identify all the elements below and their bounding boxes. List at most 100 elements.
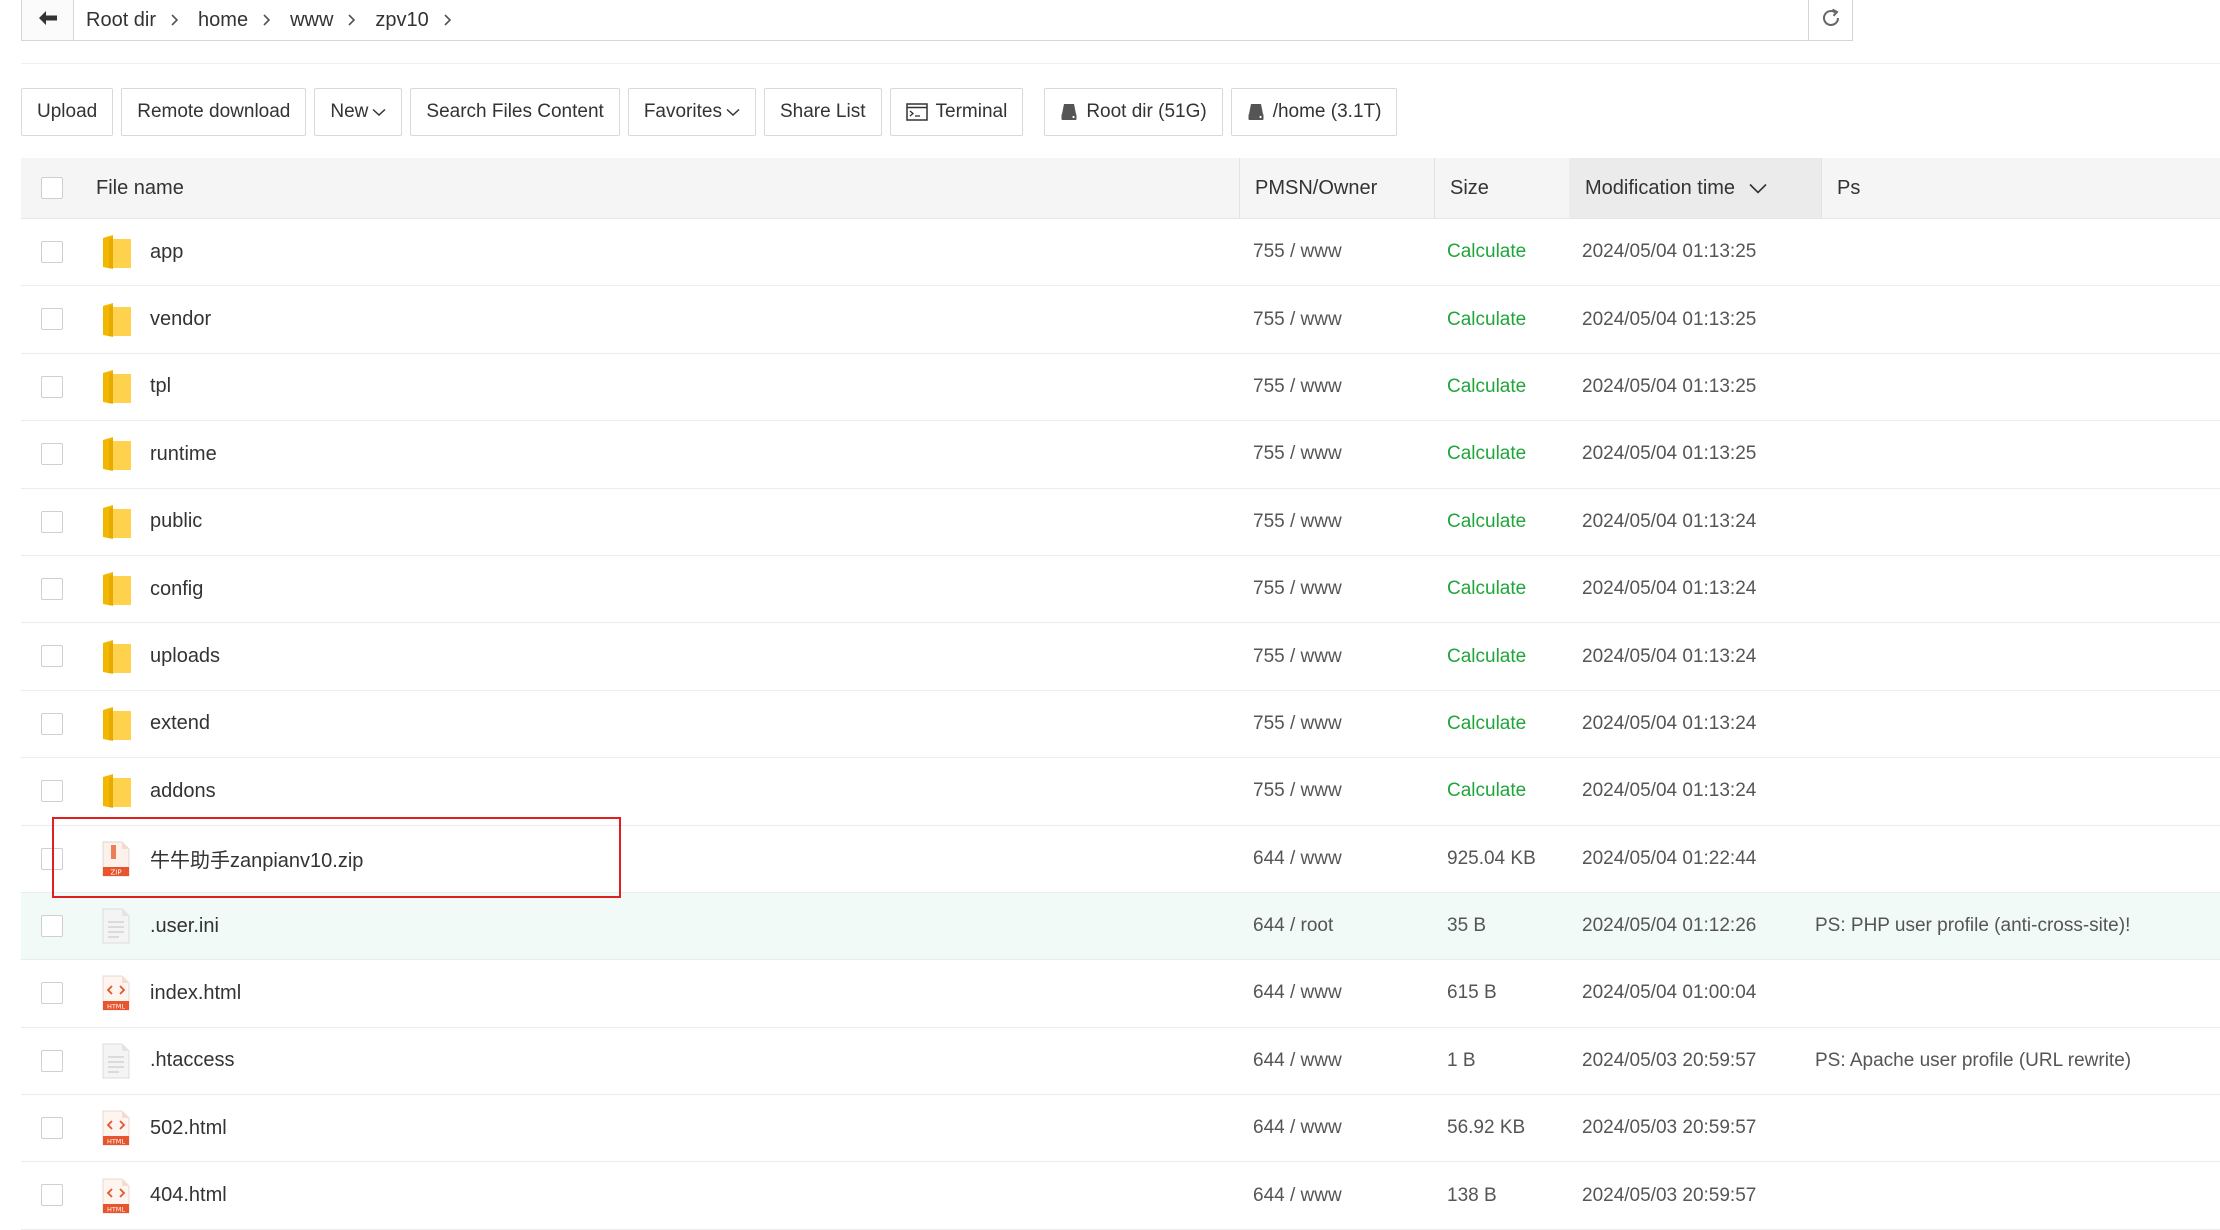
disk-home-button[interactable]: /home (3.1T) — [1230, 88, 1398, 136]
file-owner[interactable]: 755 / www — [1253, 691, 1342, 757]
file-size[interactable]: Calculate — [1447, 286, 1526, 352]
file-name[interactable]: tpl — [150, 354, 171, 420]
table-row[interactable]: public 755 / www Calculate 2024/05/04 01:13… — [21, 489, 2220, 556]
table-row[interactable]: vendor 755 / www Calculate 2024/05/04 01:13… — [21, 286, 2220, 354]
disk-root-button[interactable]: Root dir (51G) — [1044, 88, 1223, 136]
file-name[interactable]: runtime — [150, 421, 217, 487]
file-owner[interactable]: 755 / www — [1253, 286, 1342, 352]
file-owner[interactable]: 644 / www — [1253, 960, 1342, 1026]
file-size: 35 B — [1447, 915, 1487, 937]
file-name[interactable]: config — [150, 556, 203, 622]
file-name[interactable]: 404.html — [150, 1162, 227, 1228]
file-name[interactable]: vendor — [150, 286, 211, 352]
table-row[interactable]: .htaccess 644 / www 1 B 2024/05/03 20:59:57… — [21, 1028, 2220, 1096]
table-row[interactable]: HTML 404.html 644 / www 138 B 2024/05/03 20:… — [21, 1162, 2220, 1230]
row-checkbox[interactable] — [41, 1049, 63, 1072]
file-name[interactable]: uploads — [150, 623, 220, 689]
file-owner[interactable]: 755 / www — [1253, 556, 1342, 622]
row-checkbox[interactable] — [41, 780, 63, 803]
select-all-checkbox[interactable] — [41, 177, 63, 199]
row-checkbox[interactable] — [41, 712, 63, 735]
chevron-right-icon[interactable] — [443, 13, 452, 27]
row-checkbox[interactable] — [41, 1117, 63, 1140]
folder-icon — [101, 489, 133, 555]
refresh-button[interactable] — [1808, 0, 1852, 40]
favorites-dropdown-button[interactable]: Favorites — [627, 88, 756, 136]
column-header-size[interactable]: Size — [1450, 158, 1489, 218]
file-owner[interactable]: 644 / www — [1253, 1162, 1342, 1228]
file-size[interactable]: Calculate — [1447, 623, 1526, 689]
new-dropdown-button[interactable]: New — [314, 88, 403, 136]
file-size: 925.04 KB — [1447, 847, 1536, 869]
column-header-owner[interactable]: PMSN/Owner — [1255, 158, 1377, 218]
row-checkbox[interactable] — [41, 1184, 63, 1207]
back-button[interactable] — [22, 0, 74, 40]
row-checkbox[interactable] — [41, 577, 63, 600]
file-mtime: 2024/05/03 20:59:57 — [1582, 1049, 1757, 1071]
file-size[interactable]: Calculate — [1447, 421, 1526, 487]
file-owner[interactable]: 755 / www — [1253, 421, 1342, 487]
file-name[interactable]: .htaccess — [150, 1028, 234, 1094]
terminal-button[interactable]: Terminal — [889, 88, 1024, 136]
file-owner[interactable]: 755 / www — [1253, 354, 1342, 420]
file-owner[interactable]: 644 / www — [1253, 826, 1342, 892]
file-name[interactable]: extend — [150, 691, 210, 757]
remote-download-button[interactable]: Remote download — [121, 88, 307, 136]
file-name[interactable]: app — [150, 219, 183, 285]
file-owner[interactable]: 755 / www — [1253, 623, 1342, 689]
file-name[interactable]: .user.ini — [150, 893, 219, 959]
file-name[interactable]: 502.html — [150, 1095, 227, 1161]
table-row[interactable]: uploads 755 / www Calculate 2024/05/04 01:1… — [21, 623, 2220, 691]
table-row[interactable]: app 755 / www Calculate 2024/05/04 01:13:25 — [21, 219, 2220, 287]
column-header-ps[interactable]: Ps — [1818, 158, 1860, 218]
file-owner[interactable]: 644 / www — [1253, 1095, 1342, 1161]
row-checkbox[interactable] — [41, 982, 63, 1005]
row-checkbox[interactable] — [41, 375, 63, 398]
file-owner[interactable]: 755 / www — [1253, 219, 1342, 285]
row-checkbox[interactable] — [41, 645, 63, 668]
file-owner[interactable]: 755 / www — [1253, 758, 1342, 824]
file-name[interactable]: public — [150, 489, 202, 555]
table-row[interactable]: config 755 / www Calculate 2024/05/04 01:13… — [21, 556, 2220, 624]
breadcrumb-item-root[interactable]: Root dir — [86, 9, 156, 32]
file-size[interactable]: Calculate — [1447, 219, 1526, 285]
file-ps[interactable]: PS: Apache user profile (URL rewrite) — [1815, 1028, 2131, 1094]
file-size[interactable]: Calculate — [1447, 758, 1526, 824]
file-owner[interactable]: 644 / www — [1253, 1028, 1342, 1094]
table-row[interactable]: HTML 502.html 644 / www 56.92 KB 2024/05/03 … — [21, 1095, 2220, 1163]
file-name[interactable]: addons — [150, 758, 216, 824]
breadcrumb-item-www[interactable]: www — [290, 9, 333, 32]
row-checkbox[interactable] — [41, 510, 63, 533]
sort-desc-icon — [1749, 183, 1767, 194]
table-row[interactable]: runtime 755 / www Calculate 2024/05/04 01:1… — [21, 421, 2220, 489]
row-checkbox[interactable] — [41, 914, 63, 937]
row-checkbox[interactable] — [41, 847, 63, 870]
file-size[interactable]: Calculate — [1447, 556, 1526, 622]
breadcrumb-item-zpv10[interactable]: zpv10 — [375, 9, 428, 32]
table-row[interactable]: extend 755 / www Calculate 2024/05/04 01:13… — [21, 691, 2220, 759]
table-row[interactable]: HTML index.html 644 / www 615 B 2024/05/04 0… — [21, 960, 2220, 1028]
row-checkbox[interactable] — [41, 443, 63, 466]
file-name[interactable]: index.html — [150, 960, 241, 1026]
file-size[interactable]: Calculate — [1447, 691, 1526, 757]
search-files-content-button[interactable]: Search Files Content — [410, 88, 620, 136]
column-label: PMSN/Owner — [1255, 176, 1378, 199]
file-ps[interactable]: PS: PHP user profile (anti-cross-site)! — [1815, 893, 2130, 959]
table-row[interactable]: .user.ini 644 / root 35 B 2024/05/04 01:12:… — [21, 892, 2220, 961]
table-row[interactable]: addons 755 / www Calculate 2024/05/04 01:13… — [21, 758, 2220, 826]
table-row[interactable]: tpl 755 / www Calculate 2024/05/04 01:13:25 — [21, 354, 2220, 422]
share-list-button[interactable]: Share List — [763, 88, 882, 136]
column-header-file-name[interactable]: File name — [96, 158, 184, 218]
file-owner[interactable]: 755 / www — [1253, 489, 1342, 555]
table-row[interactable]: ZIP 牛牛助手zanpianv10.zip 644 / www 925.04 KB 2… — [21, 826, 2220, 893]
row-checkbox[interactable] — [41, 241, 63, 263]
file-size[interactable]: Calculate — [1447, 354, 1526, 420]
terminal-icon — [905, 103, 928, 121]
breadcrumb-item-home[interactable]: home — [198, 9, 248, 32]
file-owner[interactable]: 644 / root — [1253, 893, 1333, 959]
file-size[interactable]: Calculate — [1447, 489, 1526, 555]
upload-button[interactable]: Upload — [21, 88, 114, 136]
row-checkbox[interactable] — [41, 308, 63, 331]
column-header-modification-time[interactable]: Modification time — [1569, 158, 1821, 218]
file-name[interactable]: 牛牛助手zanpianv10.zip — [150, 826, 363, 892]
